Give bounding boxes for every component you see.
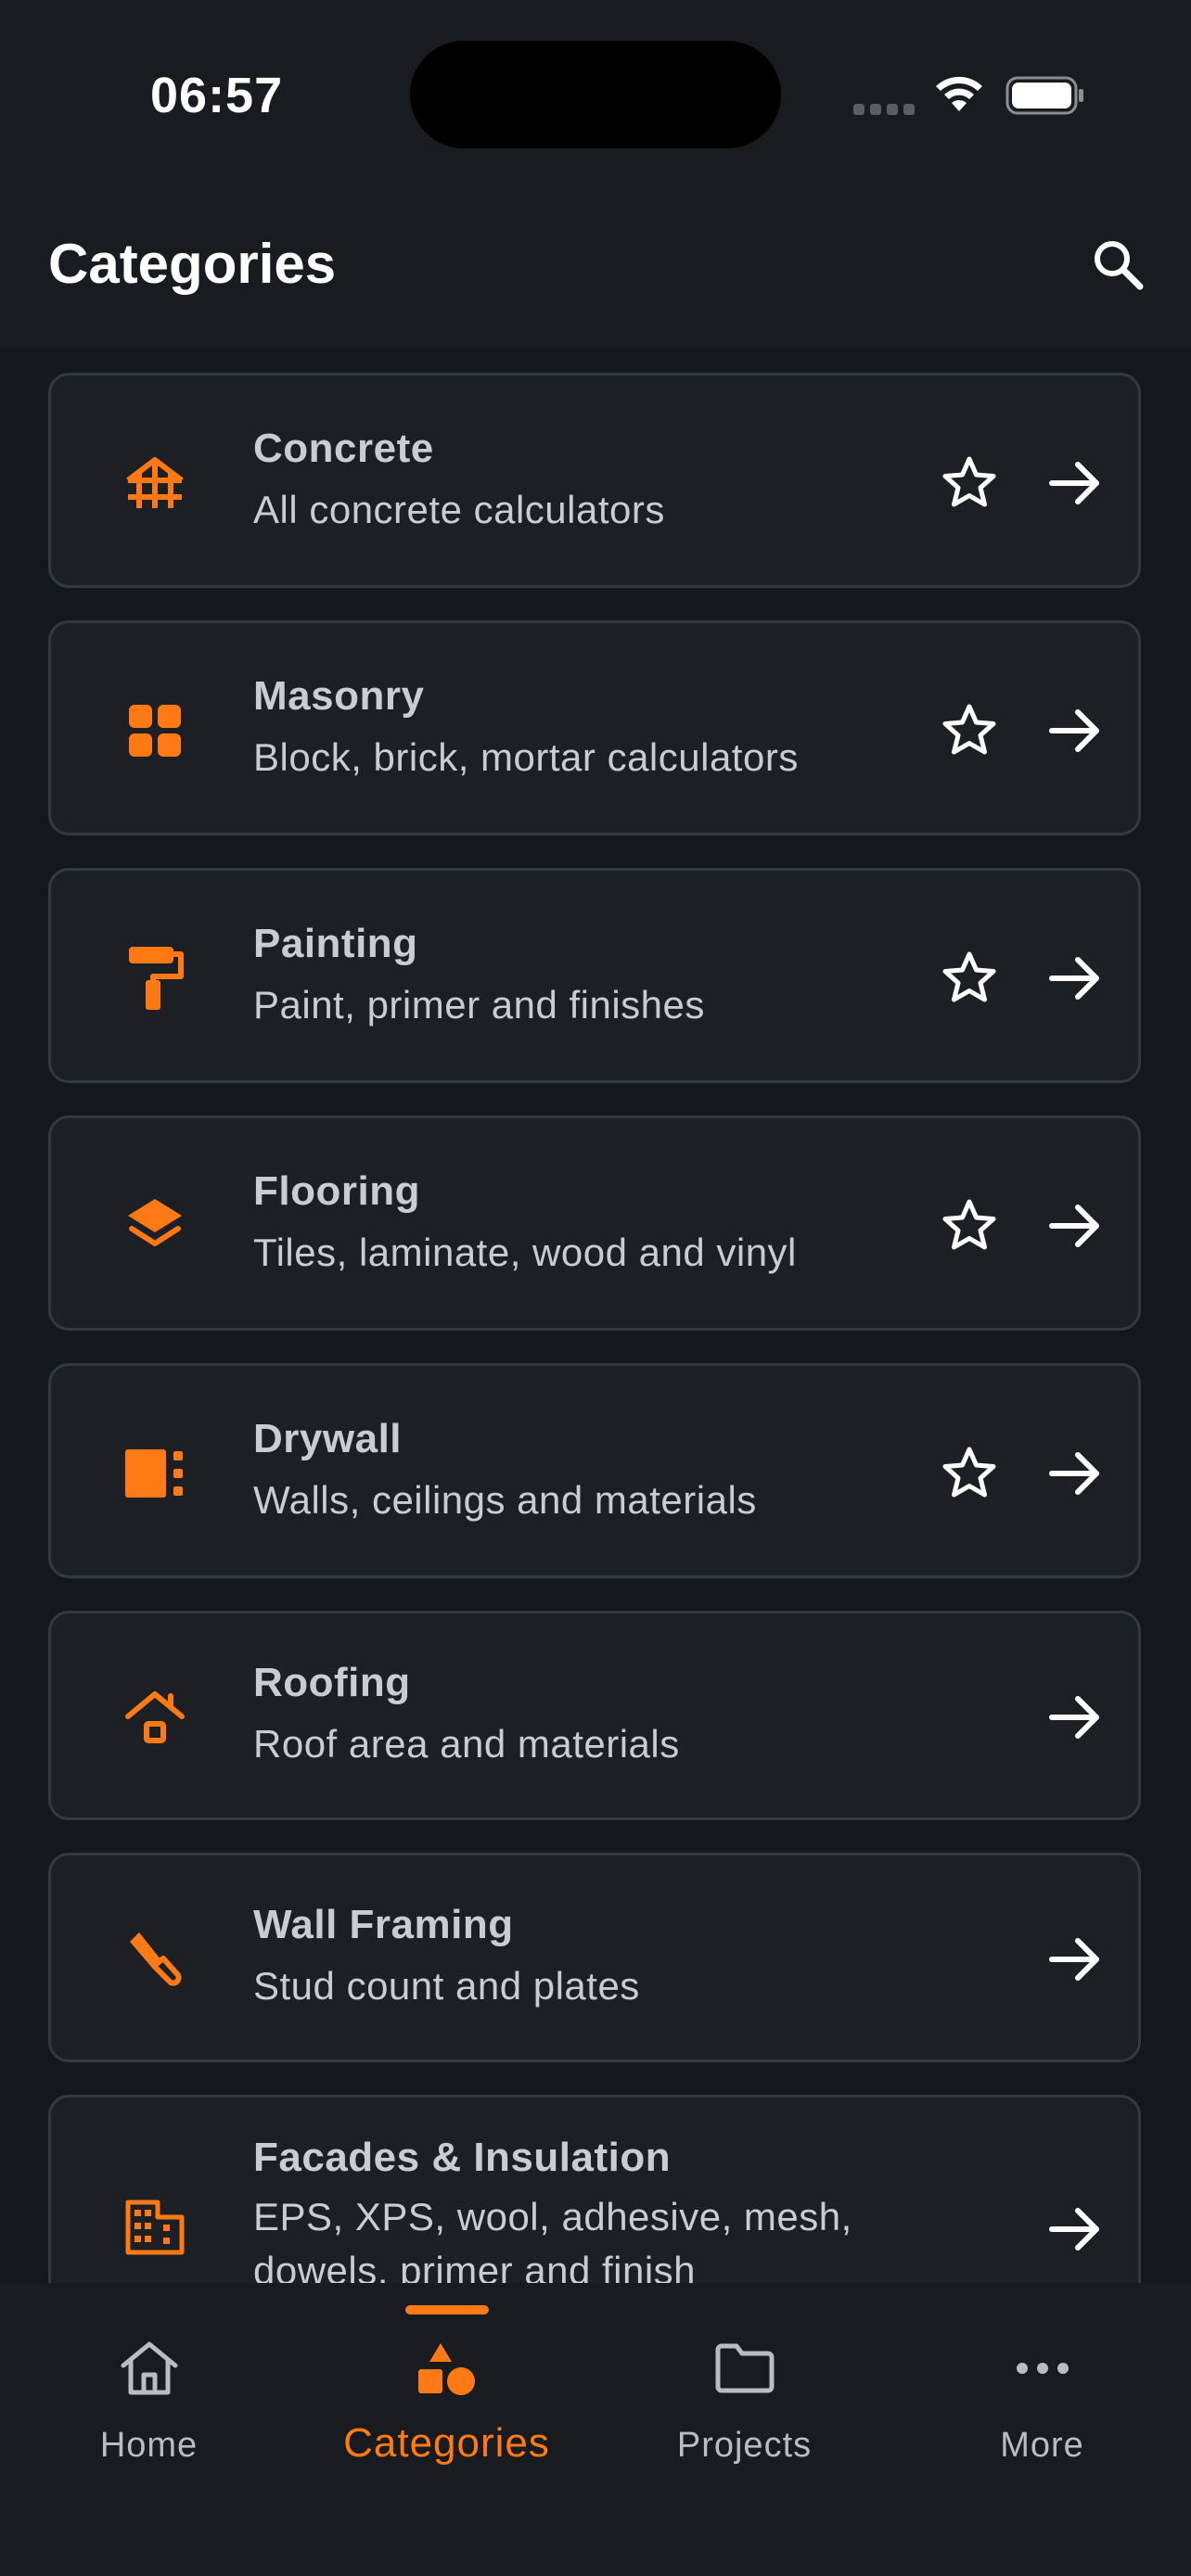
hammer-icon xyxy=(130,1932,182,1986)
roof-house-icon xyxy=(125,1691,185,1743)
drywall-panel-icon xyxy=(125,1449,183,1498)
bottom-tab-bar: Home Categories Projects More xyxy=(0,2283,1191,2576)
category-card-concrete[interactable]: Concrete All concrete calculators xyxy=(48,373,1141,588)
tab-more[interactable]: More xyxy=(893,2283,1191,2468)
dynamic-island xyxy=(410,41,781,148)
category-title: Concrete xyxy=(253,426,434,471)
status-time: 06:57 xyxy=(150,68,284,123)
status-bar: 06:57 xyxy=(0,0,1191,185)
concrete-icon xyxy=(126,457,184,508)
arrow-right-icon xyxy=(1049,462,1099,504)
masonry-grid-icon xyxy=(129,705,181,757)
category-subtitle: Stud count and plates xyxy=(253,1964,640,2008)
layers-icon xyxy=(128,1199,182,1246)
open-category-button[interactable] xyxy=(1040,1924,1110,1995)
open-category-button[interactable] xyxy=(1040,1682,1110,1753)
cellular-signal-icon xyxy=(853,104,915,115)
category-title: Facades & Insulation xyxy=(253,2135,672,2180)
arrow-right-icon xyxy=(1049,709,1099,752)
favorite-button[interactable] xyxy=(934,448,1005,518)
search-button[interactable] xyxy=(1085,232,1150,297)
shapes-icon xyxy=(417,2343,475,2395)
category-subtitle: Roof area and materials xyxy=(253,1722,680,1766)
wifi-icon xyxy=(936,76,982,111)
star-icon xyxy=(942,1447,996,1498)
search-icon xyxy=(1095,241,1144,290)
category-subtitle: Tiles, laminate, wood and vinyl xyxy=(253,1231,797,1274)
home-icon xyxy=(121,2341,177,2395)
arrow-right-icon xyxy=(1049,1938,1099,1981)
open-category-button[interactable] xyxy=(1040,695,1110,766)
star-icon xyxy=(942,456,996,507)
category-title: Painting xyxy=(253,921,418,966)
category-card-drywall[interactable]: Drywall Walls, ceilings and materials xyxy=(48,1363,1141,1578)
header: Categories xyxy=(0,185,1191,349)
arrow-right-icon xyxy=(1049,1452,1099,1495)
category-subtitle: EPS, XPS, wool, adhesive, mesh, dowels, … xyxy=(253,2195,852,2283)
star-icon xyxy=(942,951,996,1002)
category-card-flooring[interactable]: Flooring Tiles, laminate, wood and vinyl xyxy=(48,1116,1141,1331)
tab-categories[interactable]: Categories xyxy=(298,2283,596,2468)
open-category-button[interactable] xyxy=(1040,1438,1110,1509)
more-dots-icon xyxy=(1016,2363,1069,2374)
tab-projects[interactable]: Projects xyxy=(596,2283,893,2468)
tab-home[interactable]: Home xyxy=(0,2283,298,2468)
star-icon xyxy=(942,704,996,755)
favorite-button[interactable] xyxy=(934,943,1005,1014)
category-subtitle: Paint, primer and finishes xyxy=(253,983,705,1027)
favorite-button[interactable] xyxy=(934,1191,1005,1261)
category-subtitle: Block, brick, mortar calculators xyxy=(253,735,799,779)
category-subtitle: All concrete calculators xyxy=(253,488,665,531)
arrow-right-icon xyxy=(1049,957,1099,1000)
category-card-wall-framing[interactable]: Wall Framing Stud count and plates xyxy=(48,1853,1141,2062)
paint-roller-icon xyxy=(129,947,184,1010)
category-card-facades-insulation[interactable]: Facades & Insulation EPS, XPS, wool, adh… xyxy=(48,2095,1141,2283)
category-subtitle: Walls, ceilings and materials xyxy=(253,1478,757,1522)
open-category-button[interactable] xyxy=(1040,943,1110,1014)
category-title: Roofing xyxy=(253,1660,411,1705)
tab-label: Home xyxy=(99,2426,198,2465)
open-category-button[interactable] xyxy=(1040,1191,1110,1261)
active-tab-indicator xyxy=(405,2305,489,2315)
category-title: Masonry xyxy=(253,673,425,719)
open-category-button[interactable] xyxy=(1040,2194,1110,2264)
favorite-button[interactable] xyxy=(934,695,1005,766)
tab-label: Categories xyxy=(343,2420,550,2466)
arrow-right-icon xyxy=(1049,1696,1099,1739)
category-title: Wall Framing xyxy=(253,1902,514,1947)
tab-label: Projects xyxy=(676,2426,813,2465)
folder-icon xyxy=(715,2343,774,2393)
open-category-button[interactable] xyxy=(1040,448,1110,518)
category-card-roofing[interactable]: Roofing Roof area and materials xyxy=(48,1611,1141,1820)
categories-screen: 06:57 Categories Concrete All concrete c… xyxy=(0,0,1191,2576)
arrow-right-icon xyxy=(1049,1205,1099,1247)
category-card-painting[interactable]: Painting Paint, primer and finishes xyxy=(48,868,1141,1083)
page-title: Categories xyxy=(48,233,337,295)
category-title: Drywall xyxy=(253,1416,403,1461)
category-title: Flooring xyxy=(253,1168,420,1214)
battery-icon xyxy=(1005,76,1083,115)
category-list[interactable]: Concrete All concrete calculators Masonr… xyxy=(0,349,1191,2283)
category-card-masonry[interactable]: Masonry Block, brick, mortar calculators xyxy=(48,620,1141,835)
star-icon xyxy=(942,1199,996,1250)
tab-label: More xyxy=(1000,2426,1084,2465)
favorite-button[interactable] xyxy=(934,1438,1005,1509)
arrow-right-icon xyxy=(1049,2208,1099,2251)
building-icon xyxy=(125,2200,185,2255)
